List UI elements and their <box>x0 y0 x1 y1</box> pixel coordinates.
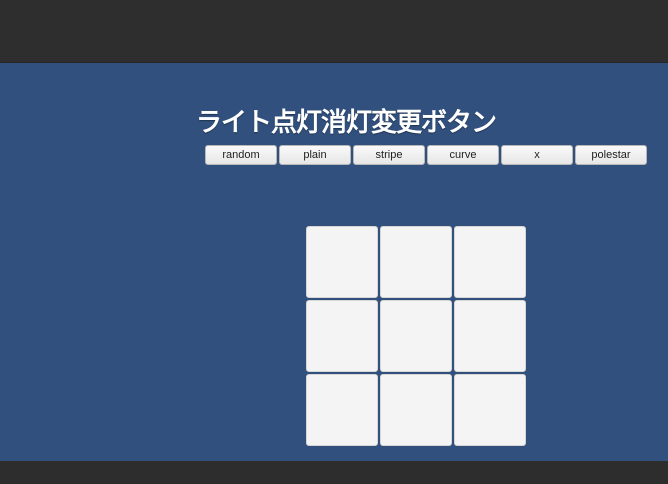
game-view: ライト点灯消灯変更ボタン random plain stripe curve x… <box>0 63 668 461</box>
light-cell-3-3[interactable] <box>454 374 526 446</box>
light-cell-2-3[interactable] <box>454 300 526 372</box>
page-title: ライト点灯消灯変更ボタン <box>196 108 497 138</box>
editor-status-bar <box>0 461 668 484</box>
pattern-button-row: random plain stripe curve x polestar <box>205 145 648 165</box>
light-cell-3-2[interactable] <box>380 374 452 446</box>
light-grid <box>306 226 526 446</box>
random-button[interactable]: random <box>205 145 277 165</box>
light-cell-1-2[interactable] <box>380 226 452 298</box>
stripe-button[interactable]: stripe <box>353 145 425 165</box>
light-cell-3-1[interactable] <box>306 374 378 446</box>
curve-button[interactable]: curve <box>427 145 499 165</box>
light-cell-2-2[interactable] <box>380 300 452 372</box>
polestar-button[interactable]: polestar <box>575 145 647 165</box>
light-cell-2-1[interactable] <box>306 300 378 372</box>
light-cell-1-1[interactable] <box>306 226 378 298</box>
light-cell-1-3[interactable] <box>454 226 526 298</box>
x-button[interactable]: x <box>501 145 573 165</box>
plain-button[interactable]: plain <box>279 145 351 165</box>
editor-toolbar <box>0 0 668 63</box>
